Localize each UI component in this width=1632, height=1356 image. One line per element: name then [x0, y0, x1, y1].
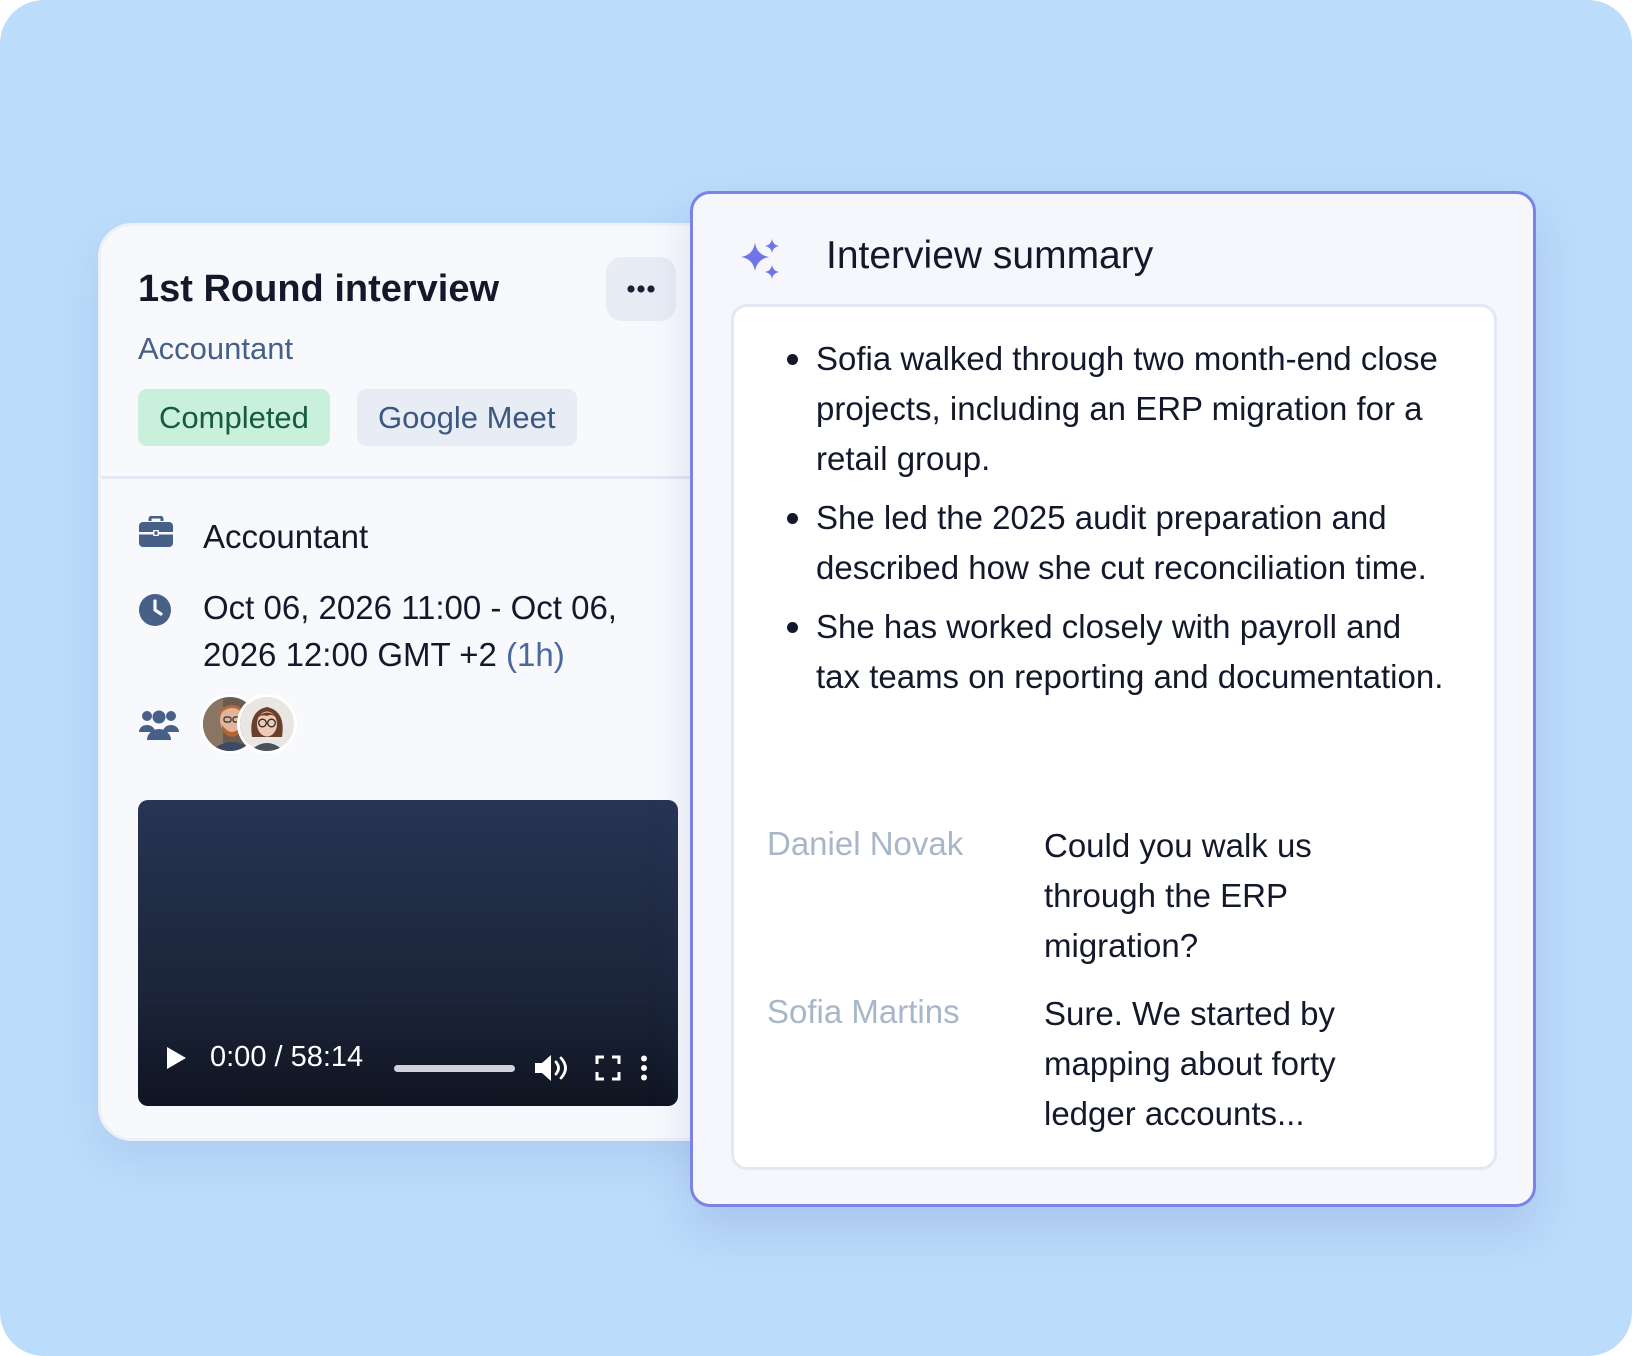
avatar-woman-image	[240, 697, 294, 751]
summary-bullet: She has worked closely with payroll and …	[734, 602, 1446, 702]
status-badge: Completed	[138, 389, 330, 446]
video-time: 0:00 / 58:14	[210, 1041, 364, 1073]
sparkles-icon	[741, 239, 779, 279]
clock-icon	[139, 594, 171, 626]
summary-content: Sofia walked through two month-end close…	[731, 304, 1497, 1170]
more-vertical-icon[interactable]	[640, 1055, 648, 1081]
interview-card: 1st Round interview Accountant Completed…	[98, 223, 738, 1141]
transcript-speaker: Sofia Martins	[767, 993, 960, 1030]
play-icon[interactable]	[165, 1046, 187, 1070]
bullet-text: Sofia walked through two month-end close…	[816, 340, 1438, 477]
platform-badge: Google Meet	[357, 389, 577, 446]
users-icon	[139, 710, 179, 740]
bullet-text: She has worked closely with payroll and …	[816, 608, 1444, 695]
interview-datetime: Oct 06, 2026 11:00 - Oct 06, 2026 12:00 …	[203, 584, 663, 678]
card-divider	[101, 476, 735, 479]
more-horizontal-icon	[627, 285, 655, 293]
briefcase-icon	[139, 516, 173, 547]
bullet-dot	[787, 513, 798, 524]
interview-summary-panel: Interview summary Sofia walked through t…	[690, 191, 1536, 1207]
bullet-dot	[787, 354, 798, 365]
summary-bullet: She led the 2025 audit preparation and d…	[734, 493, 1446, 593]
summary-title: Interview summary	[826, 234, 1154, 277]
interview-subtitle: Accountant	[138, 331, 294, 366]
video-progress-bar[interactable]	[394, 1065, 515, 1072]
transcript-text: Could you walk us through the ERP migrat…	[1044, 827, 1312, 964]
bullet-text: She led the 2025 audit preparation and d…	[816, 499, 1427, 586]
more-options-button[interactable]	[606, 257, 676, 321]
summary-bullet: Sofia walked through two month-end close…	[734, 334, 1446, 484]
volume-icon[interactable]	[534, 1054, 570, 1082]
transcript-text: Sure. We started by mapping about forty …	[1044, 995, 1336, 1132]
job-title: Accountant	[203, 518, 369, 555]
bullet-dot	[787, 622, 798, 633]
summary-bullets: Sofia walked through two month-end close…	[734, 334, 1446, 711]
fullscreen-icon[interactable]	[595, 1055, 621, 1081]
background: 1st Round interview Accountant Completed…	[0, 0, 1632, 1356]
video-player[interactable]: 0:00 / 58:14	[138, 800, 678, 1106]
transcript-speaker: Daniel Novak	[767, 825, 964, 862]
participant-avatar[interactable]	[237, 694, 297, 754]
interview-title: 1st Round interview	[138, 268, 500, 310]
duration-text: (1h)	[506, 636, 565, 673]
